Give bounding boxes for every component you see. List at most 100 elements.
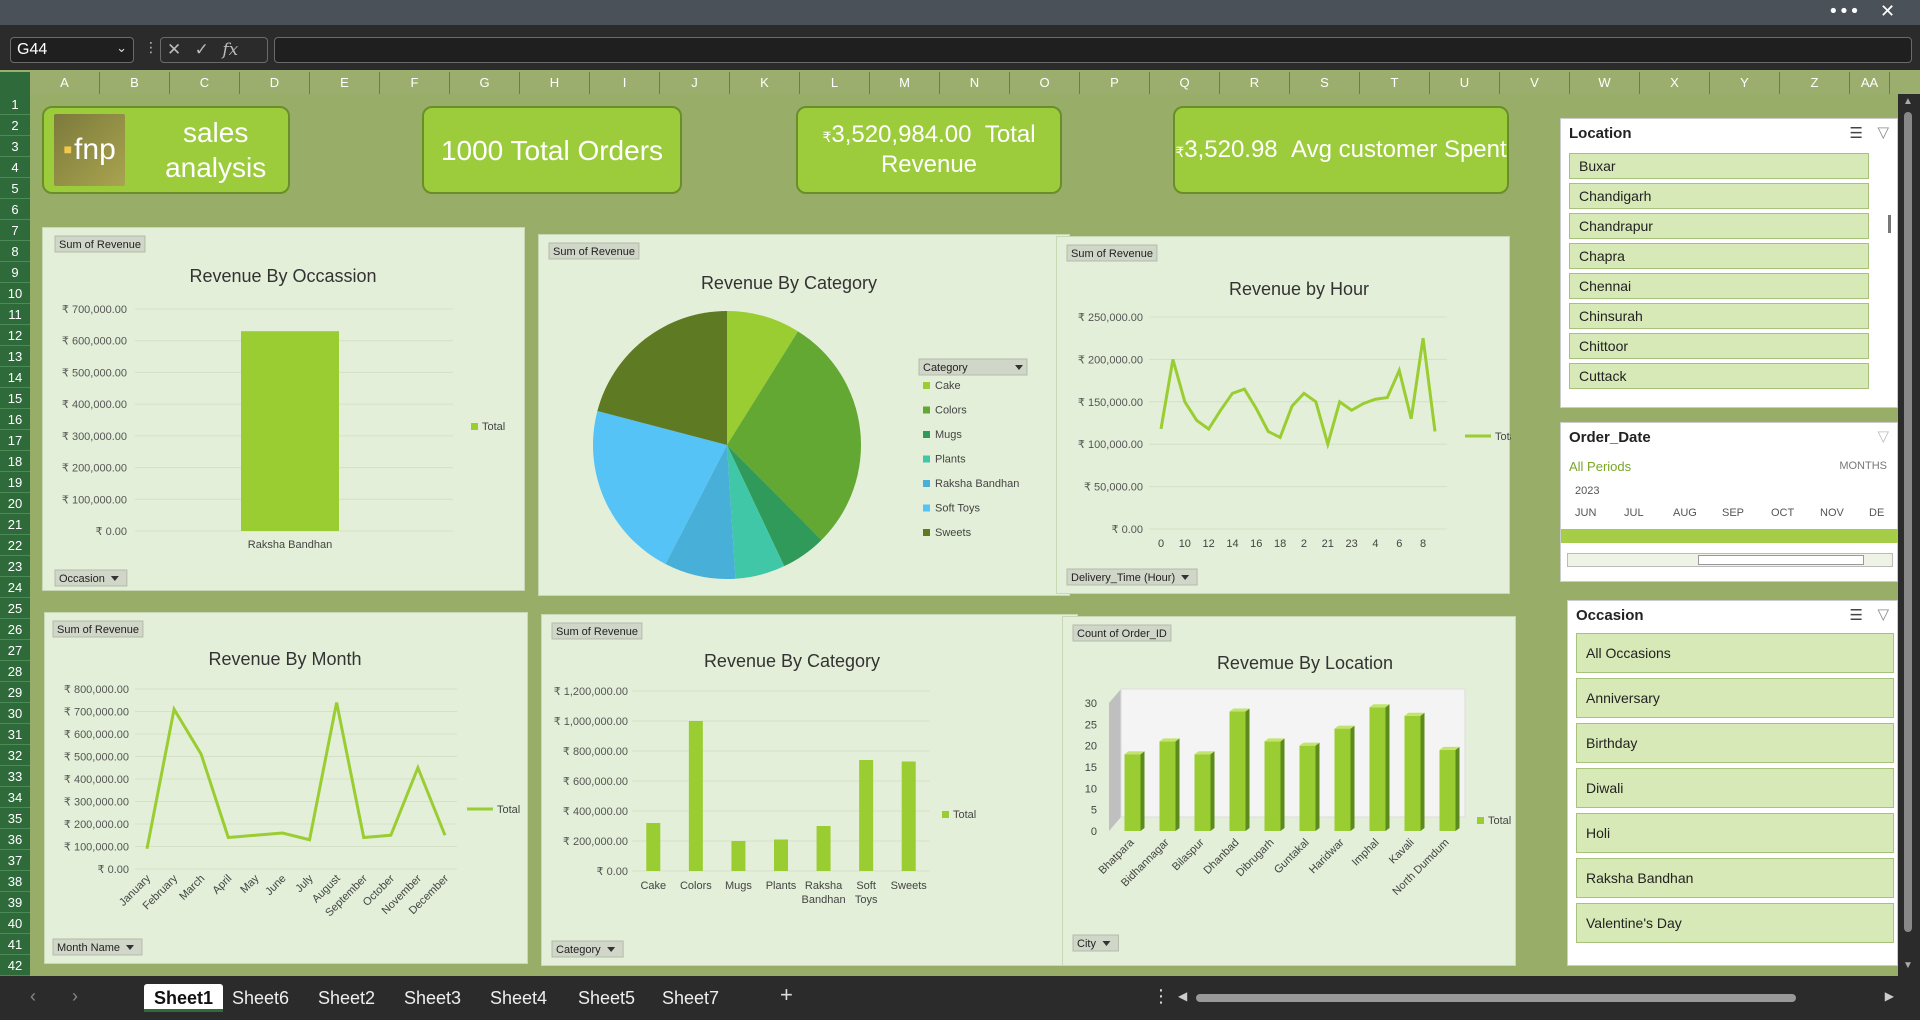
row-header[interactable]: 9 <box>0 262 30 283</box>
bar-dibrugarh[interactable] <box>1264 741 1281 831</box>
timeline-month-label[interactable]: SEP <box>1722 507 1744 519</box>
row-header[interactable]: 10 <box>0 283 30 304</box>
chart-revenue-by-category-pie[interactable]: Sum of Revenue Revenue By Category Categor… <box>538 234 1070 596</box>
column-header[interactable]: W <box>1570 72 1640 94</box>
bar-raksha-bandhan[interactable] <box>241 331 339 531</box>
column-header[interactable]: X <box>1640 72 1710 94</box>
bar-guntakal[interactable] <box>1299 745 1316 831</box>
row-header[interactable]: 24 <box>0 577 30 598</box>
row-header[interactable]: 13 <box>0 346 30 367</box>
horizontal-scrollbar[interactable]: ◀ ▶ <box>1176 989 1896 1006</box>
scroll-right-icon[interactable]: ▶ <box>1885 989 1894 1003</box>
bar-raksha-bandhan[interactable] <box>816 826 831 871</box>
city-filter-button-group[interactable]: City <box>1072 934 1119 952</box>
more-options-icon[interactable]: ••• <box>1828 1 1860 22</box>
time-level-dropdown[interactable]: MONTHS <box>1839 460 1887 472</box>
row-header[interactable]: 39 <box>0 892 30 913</box>
bar-kavali[interactable] <box>1404 715 1421 831</box>
prev-sheet-icon[interactable]: ‹ <box>30 986 36 1007</box>
h-scroll-thumb[interactable] <box>1196 994 1796 1002</box>
occasion-slicer[interactable]: Occasion ☰ ▽ All Occasions Anniversary Bir… <box>1567 600 1898 966</box>
timeline-month-label[interactable]: OCT <box>1771 507 1794 519</box>
clear-filter-icon[interactable]: ▽ <box>1877 427 1889 445</box>
column-header[interactable]: H <box>520 72 590 94</box>
column-header[interactable]: A <box>30 72 100 94</box>
month-filter-button-group[interactable]: Month Name <box>52 938 143 956</box>
column-header[interactable]: U <box>1430 72 1500 94</box>
column-header[interactable]: S <box>1290 72 1360 94</box>
row-header[interactable]: 20 <box>0 493 30 514</box>
sheet-tab[interactable]: Sheet5 <box>578 984 635 1012</box>
bar-sweets[interactable] <box>901 761 916 872</box>
column-header[interactable]: T <box>1360 72 1430 94</box>
sheet-tab[interactable]: Sheet2 <box>318 984 375 1012</box>
row-header[interactable]: 40 <box>0 913 30 934</box>
chart-revenue-by-category-bar[interactable]: Sum of Revenue Revenue By Category ₹ 1,200… <box>541 614 1078 966</box>
row-header[interactable]: 14 <box>0 367 30 388</box>
slicer-item-location[interactable]: Buxar <box>1569 153 1869 179</box>
column-header[interactable]: Q <box>1150 72 1220 94</box>
sheet-tab[interactable]: Sheet7 <box>662 984 719 1012</box>
row-header[interactable]: 19 <box>0 472 30 493</box>
column-header[interactable]: K <box>730 72 800 94</box>
slicer-item-location[interactable]: Chandrapur <box>1569 213 1869 239</box>
bar-mugs[interactable] <box>731 841 746 871</box>
slicer-item-occasion[interactable]: Anniversary <box>1576 678 1894 718</box>
column-header[interactable]: F <box>380 72 450 94</box>
chart-revenue-by-occasion[interactable]: Sum of Revenue Revenue By Occassion ₹ 700,… <box>42 227 525 591</box>
column-header[interactable]: R <box>1220 72 1290 94</box>
column-header[interactable]: L <box>800 72 870 94</box>
slicer-item-location[interactable]: Cuttack <box>1569 363 1869 389</box>
timeline-month-label[interactable]: JUL <box>1624 507 1644 519</box>
multi-select-icon[interactable]: ☰ <box>1850 124 1863 142</box>
slicer-item-occasion[interactable]: Birthday <box>1576 723 1894 763</box>
slicer-item-occasion[interactable]: Valentine's Day <box>1576 903 1894 943</box>
row-header[interactable]: 26 <box>0 619 30 640</box>
row-header[interactable]: 36 <box>0 829 30 850</box>
legend-filter-group[interactable]: Category <box>918 358 1028 376</box>
column-header[interactable]: I <box>590 72 660 94</box>
bar-cake[interactable] <box>646 823 661 871</box>
chart-revenue-by-location[interactable]: Count of Order_ID Revemue By Location 30 25… <box>1062 616 1516 966</box>
timeline-month-label[interactable]: AUG <box>1673 507 1697 519</box>
bar-dhanbad[interactable] <box>1229 711 1246 831</box>
cancel-icon[interactable]: ✕ <box>167 40 181 60</box>
clear-filter-icon[interactable]: ▽ <box>1877 123 1889 141</box>
slicer-item-occasion[interactable]: All Occasions <box>1576 633 1894 673</box>
row-header[interactable]: 25 <box>0 598 30 619</box>
row-header[interactable]: 30 <box>0 703 30 724</box>
scroll-left-icon[interactable]: ◀ <box>1178 989 1187 1003</box>
bar-soft-toys[interactable] <box>859 760 874 871</box>
bar-imphal[interactable] <box>1369 707 1386 831</box>
row-header[interactable]: 34 <box>0 787 30 808</box>
row-header[interactable]: 27 <box>0 640 30 661</box>
row-header[interactable]: 1 <box>0 94 30 115</box>
column-header[interactable]: O <box>1010 72 1080 94</box>
column-header[interactable]: V <box>1500 72 1570 94</box>
row-header[interactable]: 17 <box>0 430 30 451</box>
slicer-item-location[interactable]: Chittoor <box>1569 333 1869 359</box>
row-header[interactable]: 33 <box>0 766 30 787</box>
row-header[interactable]: 41 <box>0 934 30 955</box>
bar-bilaspur[interactable] <box>1194 754 1211 831</box>
bar-colors[interactable] <box>688 721 703 871</box>
timeline-scroll-thumb[interactable] <box>1698 555 1864 565</box>
sheet-tab[interactable]: Sheet6 <box>232 984 289 1012</box>
row-header[interactable]: 29 <box>0 682 30 703</box>
bar-plants[interactable] <box>774 839 788 872</box>
row-header[interactable]: 28 <box>0 661 30 682</box>
occasion-filter-button-group[interactable]: Occasion <box>54 569 128 587</box>
function-icon[interactable]: fx <box>222 40 238 60</box>
multi-select-icon[interactable]: ☰ <box>1850 606 1863 624</box>
enter-icon[interactable]: ✓ <box>195 40 209 60</box>
series-line-total[interactable] <box>1159 337 1437 450</box>
close-icon[interactable]: ✕ <box>1880 1 1895 22</box>
slicer-item-location[interactable]: Chapra <box>1569 243 1869 269</box>
row-header[interactable]: 7 <box>0 220 30 241</box>
row-header[interactable]: 32 <box>0 745 30 766</box>
slicer-item-occasion[interactable]: Diwali <box>1576 768 1894 808</box>
row-header[interactable]: 23 <box>0 556 30 577</box>
timeline-bar[interactable] <box>1561 529 1899 543</box>
select-all-corner[interactable] <box>0 72 30 94</box>
scroll-thumb[interactable] <box>1904 112 1912 932</box>
